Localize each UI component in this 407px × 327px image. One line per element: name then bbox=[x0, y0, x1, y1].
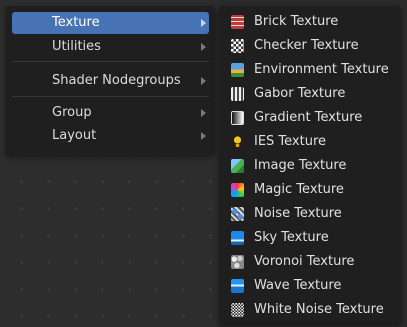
submenu-item-environment-texture[interactable]: Environment Texture bbox=[219, 58, 401, 82]
brick-texture-icon bbox=[231, 15, 244, 29]
menu-divider bbox=[12, 96, 209, 97]
checker-texture-icon bbox=[231, 39, 244, 53]
submenu-item-label: Voronoi Texture bbox=[254, 254, 355, 269]
menu-item-shader-nodegroups[interactable]: Shader Nodegroups bbox=[12, 70, 209, 92]
menu-item-layout[interactable]: Layout bbox=[12, 125, 209, 147]
submenu-item-white-noise-texture[interactable]: White Noise Texture bbox=[219, 298, 401, 322]
menu-item-label: Shader Nodegroups bbox=[52, 73, 181, 88]
submenu-item-label: Image Texture bbox=[254, 158, 347, 173]
environment-texture-icon bbox=[231, 63, 244, 77]
menu-item-label: Utilities bbox=[52, 39, 101, 54]
submenu-arrow-icon bbox=[201, 19, 206, 27]
menu-item-utilities[interactable]: Utilities bbox=[12, 36, 209, 58]
submenu-item-label: Gabor Texture bbox=[254, 86, 346, 101]
submenu-item-label: White Noise Texture bbox=[254, 302, 384, 317]
submenu-item-label: Wave Texture bbox=[254, 278, 342, 293]
submenu-arrow-icon bbox=[201, 43, 206, 51]
ies-light-icon bbox=[231, 135, 244, 149]
submenu-item-image-texture[interactable]: Image Texture bbox=[219, 154, 401, 178]
gabor-texture-icon bbox=[231, 87, 244, 101]
add-menu: Texture Utilities Shader Nodegroups Grou… bbox=[6, 6, 215, 155]
submenu-item-wave-texture[interactable]: Wave Texture bbox=[219, 274, 401, 298]
menu-item-label: Texture bbox=[52, 15, 100, 30]
submenu-item-noise-texture[interactable]: Noise Texture bbox=[219, 202, 401, 226]
menu-item-label: Layout bbox=[52, 128, 97, 143]
submenu-arrow-icon bbox=[201, 77, 206, 85]
submenu-item-label: Environment Texture bbox=[254, 62, 389, 77]
submenu-item-ies-texture[interactable]: IES Texture bbox=[219, 130, 401, 154]
submenu-item-label: Gradient Texture bbox=[254, 110, 363, 125]
submenu-item-brick-texture[interactable]: Brick Texture bbox=[219, 10, 401, 34]
submenu-item-voronoi-texture[interactable]: Voronoi Texture bbox=[219, 250, 401, 274]
magic-texture-icon bbox=[231, 183, 244, 197]
voronoi-texture-icon bbox=[231, 255, 244, 269]
submenu-arrow-icon bbox=[201, 132, 206, 140]
submenu-item-label: Magic Texture bbox=[254, 182, 344, 197]
sky-texture-icon bbox=[231, 231, 244, 245]
menu-item-label: Group bbox=[52, 105, 92, 120]
menu-item-group[interactable]: Group bbox=[12, 102, 209, 124]
submenu-item-label: Noise Texture bbox=[254, 206, 342, 221]
submenu-item-checker-texture[interactable]: Checker Texture bbox=[219, 34, 401, 58]
submenu-item-label: Sky Texture bbox=[254, 230, 329, 245]
submenu-arrow-icon bbox=[201, 109, 206, 117]
noise-texture-icon bbox=[231, 207, 244, 221]
image-texture-icon bbox=[231, 159, 244, 173]
menu-divider bbox=[12, 61, 209, 62]
submenu-item-gradient-texture[interactable]: Gradient Texture bbox=[219, 106, 401, 130]
submenu-item-gabor-texture[interactable]: Gabor Texture bbox=[219, 82, 401, 106]
submenu-item-label: Brick Texture bbox=[254, 14, 339, 29]
submenu-item-label: Checker Texture bbox=[254, 38, 359, 53]
submenu-item-label: IES Texture bbox=[254, 134, 327, 149]
texture-submenu: Brick Texture Checker Texture Environmen… bbox=[219, 6, 401, 324]
gradient-texture-icon bbox=[231, 111, 244, 125]
white-noise-texture-icon bbox=[231, 303, 244, 317]
submenu-item-sky-texture[interactable]: Sky Texture bbox=[219, 226, 401, 250]
menu-item-texture[interactable]: Texture bbox=[12, 12, 209, 34]
wave-texture-icon bbox=[231, 279, 244, 293]
submenu-item-magic-texture[interactable]: Magic Texture bbox=[219, 178, 401, 202]
